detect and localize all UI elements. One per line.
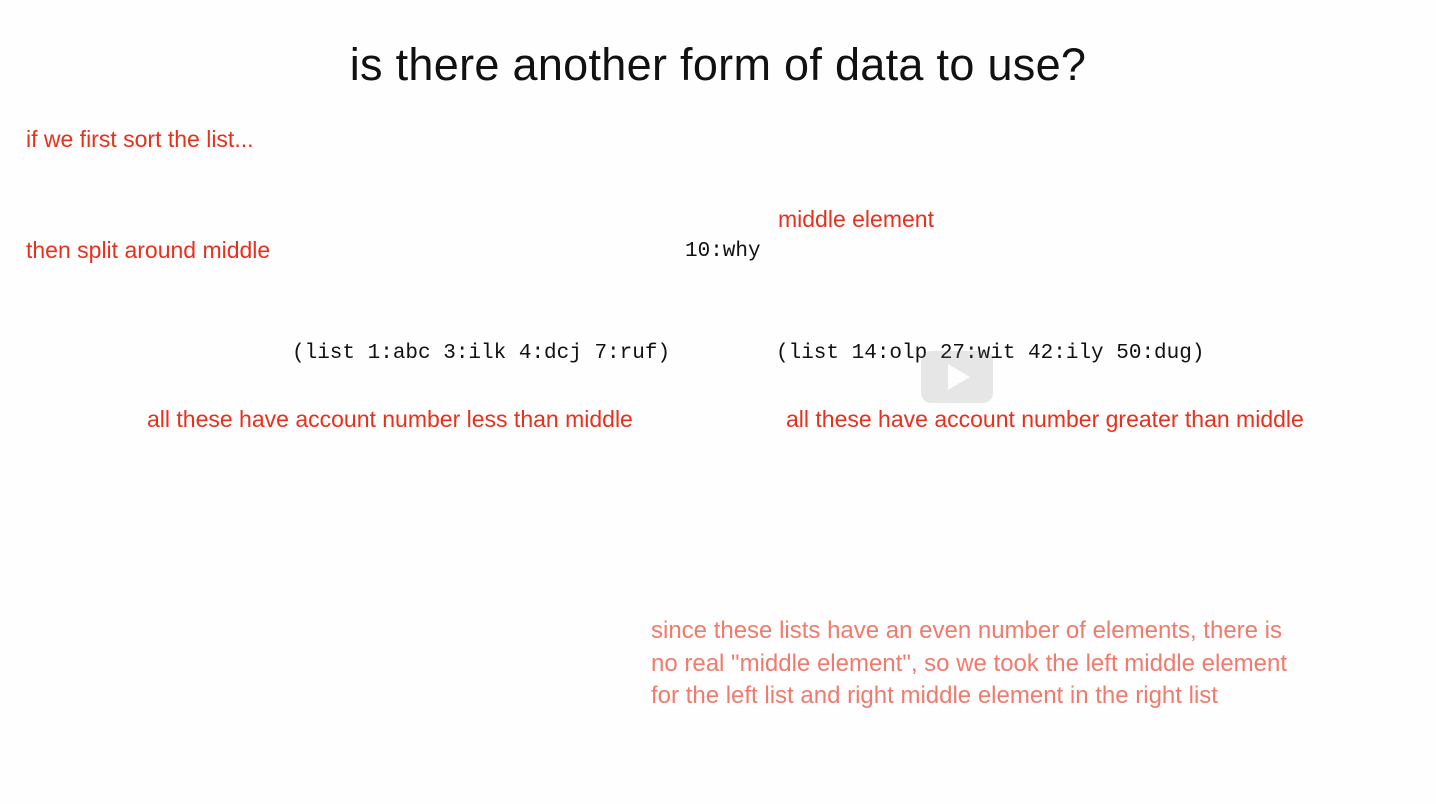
left-list-caption: all these have account number less than … [147, 406, 633, 432]
video-play-button[interactable] [921, 351, 993, 403]
slide: is there another form of data to use? if… [0, 0, 1436, 804]
left-list: (list 1:abc 3:ilk 4:dcj 7:ruf) [292, 342, 671, 365]
even-length-note: since these lists have an even number of… [651, 615, 1287, 713]
note-line: since these lists have an even number of… [651, 617, 1283, 644]
middle-element-value: 10:why [685, 240, 761, 263]
play-icon [948, 364, 970, 390]
step-sort-text: if we first sort the list... [26, 126, 254, 152]
step-split-text: then split around middle [26, 237, 271, 263]
slide-title: is there another form of data to use? [349, 39, 1087, 90]
middle-element-label: middle element [778, 206, 934, 232]
right-list-caption: all these have account number greater th… [786, 406, 1304, 432]
note-line: for the left list and right middle eleme… [651, 682, 1218, 709]
note-line: no real "middle element", so we took the… [651, 649, 1288, 677]
